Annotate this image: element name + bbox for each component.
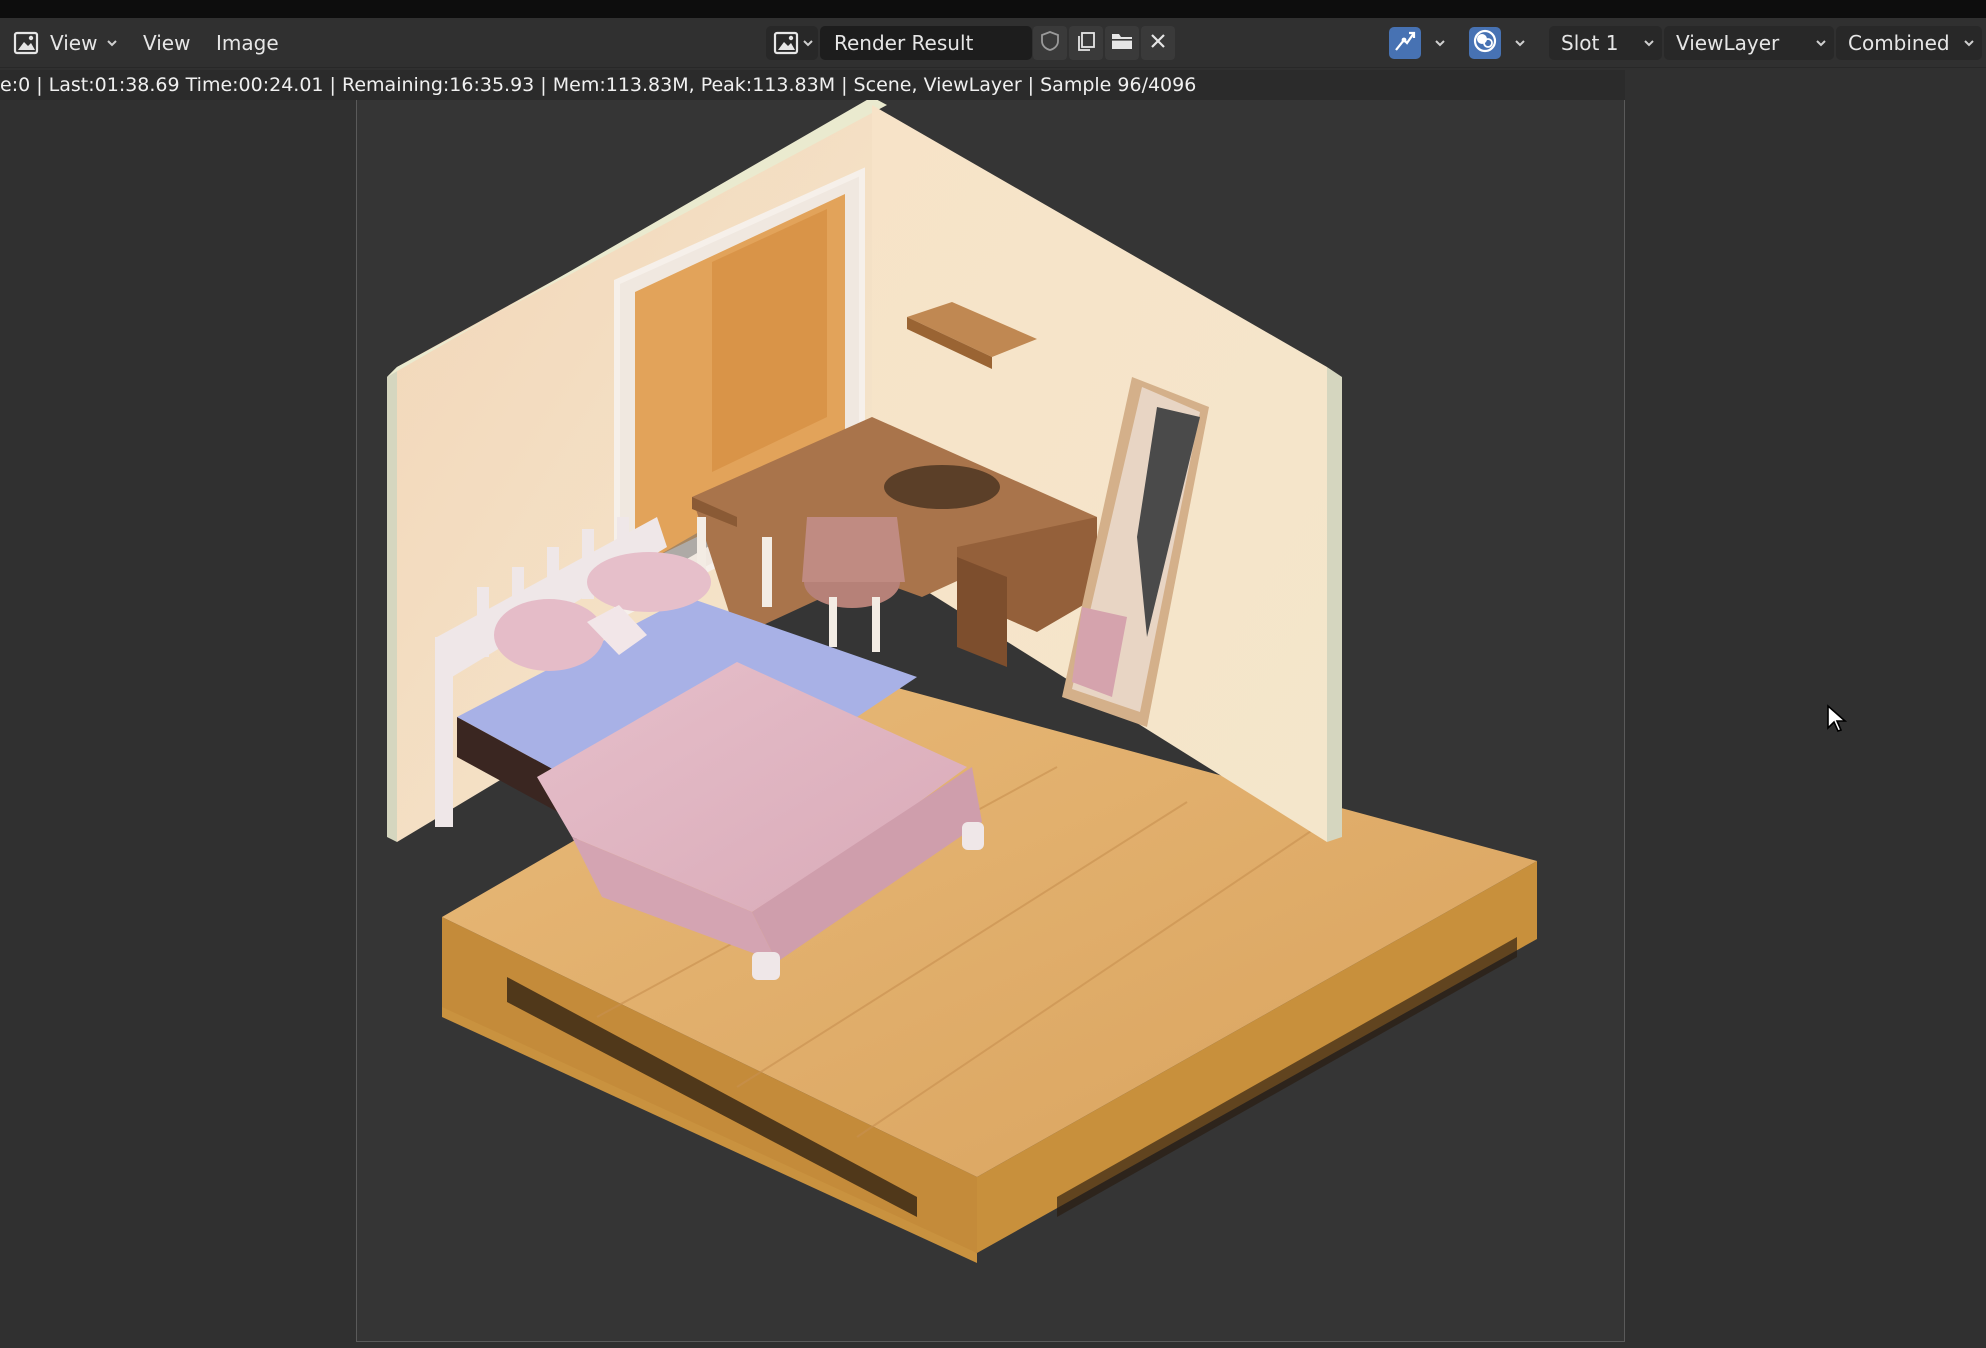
slot-label: Slot 1 [1561, 31, 1619, 55]
menu-image-label: Image [216, 31, 279, 55]
shield-icon [1039, 30, 1061, 57]
menu-image[interactable]: Image [208, 26, 287, 60]
sample-tool-toggle[interactable] [1389, 27, 1421, 59]
sample-tool-icon [1392, 28, 1418, 59]
render-result-canvas[interactable] [356, 76, 1625, 1342]
sample-tool-dropdown[interactable] [1430, 26, 1450, 60]
close-icon [1148, 31, 1168, 56]
chevron-down-icon [1513, 36, 1527, 50]
view-layer-dropdown[interactable]: ViewLayer [1664, 26, 1834, 60]
menu-view[interactable]: View [135, 26, 198, 60]
chevron-down-icon [1814, 36, 1828, 50]
image-name-field[interactable]: Render Result [820, 26, 1032, 60]
image-browse-button[interactable] [766, 26, 818, 60]
render-image [387, 97, 1537, 1263]
display-channels-toggle[interactable] [1469, 27, 1501, 59]
image-icon [772, 29, 800, 57]
menu-view-label: View [143, 31, 191, 55]
view-layer-label: ViewLayer [1676, 31, 1780, 55]
chevron-down-icon [1962, 36, 1976, 50]
window-top-strip [0, 0, 1986, 18]
image-name-text: Render Result [834, 31, 974, 55]
render-pass-label: Combined [1848, 31, 1950, 55]
chevron-down-icon [801, 36, 815, 50]
open-image-button[interactable] [1105, 26, 1139, 60]
image-editor-icon [12, 29, 40, 57]
view-dropdown-label: View [50, 31, 98, 55]
unlink-image-button[interactable] [1141, 26, 1175, 60]
render-status-text: e:0 | Last:01:38.69 Time:00:24.01 | Rema… [0, 74, 1197, 96]
editor-type-dropdown[interactable]: View [4, 26, 127, 60]
image-editor-header: View View Image Render Result Slot 1 Vie… [0, 18, 1986, 68]
duplicate-image-button[interactable] [1069, 26, 1103, 60]
chevron-down-icon [1642, 36, 1656, 50]
mouse-cursor-icon [1826, 704, 1848, 739]
folder-icon [1110, 30, 1134, 57]
display-channels-dropdown[interactable] [1510, 26, 1530, 60]
fake-user-button[interactable] [1033, 26, 1067, 60]
chevron-down-icon [105, 36, 119, 50]
render-pass-dropdown[interactable]: Combined [1836, 26, 1982, 60]
slot-dropdown[interactable]: Slot 1 [1549, 26, 1662, 60]
color-channels-icon [1472, 28, 1498, 59]
duplicate-icon [1075, 30, 1097, 57]
chevron-down-icon [1433, 36, 1447, 50]
